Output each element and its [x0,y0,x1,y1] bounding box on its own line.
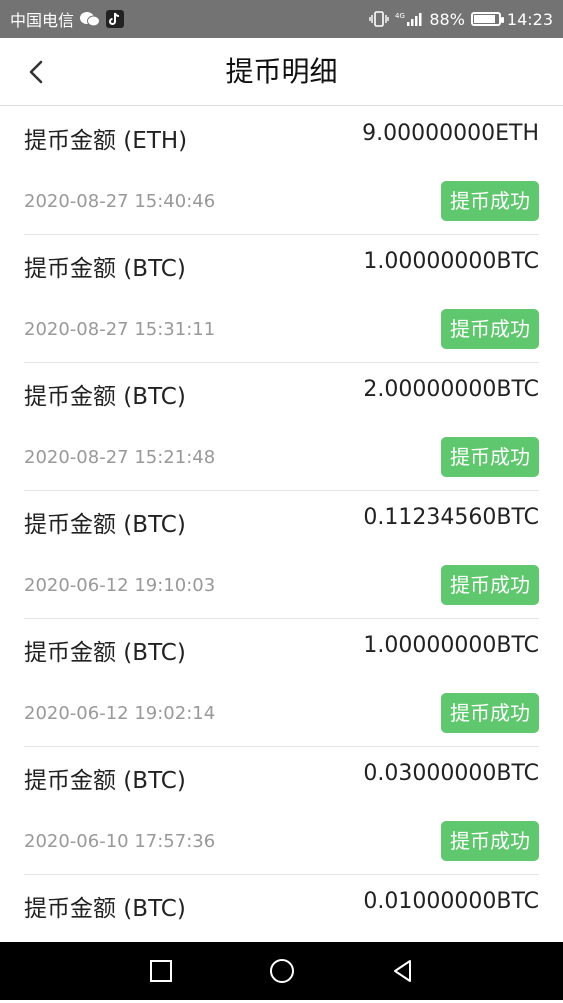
record-label: 提币金额 (BTC) [24,512,186,538]
status-left: 中国电信 [10,7,125,31]
triangle-back-icon [393,960,411,982]
status-badge: 提币成功 [441,821,539,861]
status-badge: 提币成功 [441,565,539,605]
battery-tip [500,17,504,23]
chevron-left-icon [29,60,43,84]
record-label: 提币金额 (BTC) [24,768,186,794]
record-amount: 1.00000000BTC [363,249,539,274]
recent-apps-button[interactable] [141,951,181,991]
square-icon [149,960,172,982]
record-label: 提币金额 (BTC) [24,384,186,410]
record-time: 2020-08-27 15:40:46 [24,191,216,212]
record-amount: 0.11234560BTC [363,505,539,530]
status-badge: 提币成功 [441,437,539,477]
status-badge: 提币成功 [441,693,539,733]
record-amount: 1.00000000BTC [363,633,539,658]
page-title: 提币明细 [225,55,338,88]
carrier-name: 中国电信 [10,11,75,30]
withdrawal-record[interactable]: 提币金额 (BTC) 1.00000000BTC 2020-08-27 15:31:… [24,235,539,363]
record-label: 提币金额 (BTC) [24,896,186,922]
record-amount: 0.01000000BTC [363,889,539,914]
signal-icon: 4G [395,11,423,27]
record-amount: 9.00000000ETH [362,121,539,146]
record-label: 提币金额 (BTC) [24,640,186,666]
clock: 14:23 [506,9,553,29]
record-time: 2020-08-27 15:21:48 [24,447,216,468]
record-time: 2020-06-10 17:57:36 [24,831,216,852]
network-label: 4G [395,12,405,20]
record-label: 提币金额 (ETH) [24,128,188,154]
record-time: 2020-08-27 15:31:11 [24,319,216,340]
vibrate-icon [369,11,390,27]
tiktok-icon [106,10,125,28]
back-button[interactable] [18,54,54,90]
record-amount: 0.03000000BTC [363,761,539,786]
status-right: 4G 88% 14:23 [369,10,553,29]
battery-percent: 88% [429,9,465,29]
withdrawal-record[interactable]: 提币金额 (BTC) 2.00000000BTC 2020-08-27 15:21:… [24,363,539,491]
record-time: 2020-06-12 19:02:14 [24,703,216,724]
status-bar: 中国电信 4G 88% 14:23 [0,0,563,38]
battery-icon [470,12,504,26]
system-nav-bar [0,942,563,1000]
record-time: 2020-06-12 19:10:03 [24,575,216,596]
status-badge: 提币成功 [441,309,539,349]
record-amount: 2.00000000BTC [363,377,539,402]
record-list: 提币金额 (ETH) 9.00000000ETH 2020-08-27 15:40:… [0,107,563,1003]
withdrawal-record[interactable]: 提币金额 (BTC) 1.00000000BTC 2020-06-12 19:02:… [24,619,539,747]
record-label: 提币金额 (BTC) [24,256,186,282]
battery-fill [473,15,495,23]
wechat-icon [80,11,101,27]
withdrawal-record[interactable]: 提币金额 (BTC) 0.11234560BTC 2020-06-12 19:10:… [24,491,539,619]
home-button[interactable] [262,951,302,991]
nav-bar: 提币明细 [0,38,563,106]
withdrawal-record[interactable]: 提币金额 (BTC) 0.03000000BTC 2020-06-10 17:57:… [24,747,539,875]
circle-icon [269,959,294,983]
status-badge: 提币成功 [441,181,539,221]
withdrawal-record[interactable]: 提币金额 (ETH) 9.00000000ETH 2020-08-27 15:40:… [24,107,539,235]
back-system-button[interactable] [383,951,423,991]
